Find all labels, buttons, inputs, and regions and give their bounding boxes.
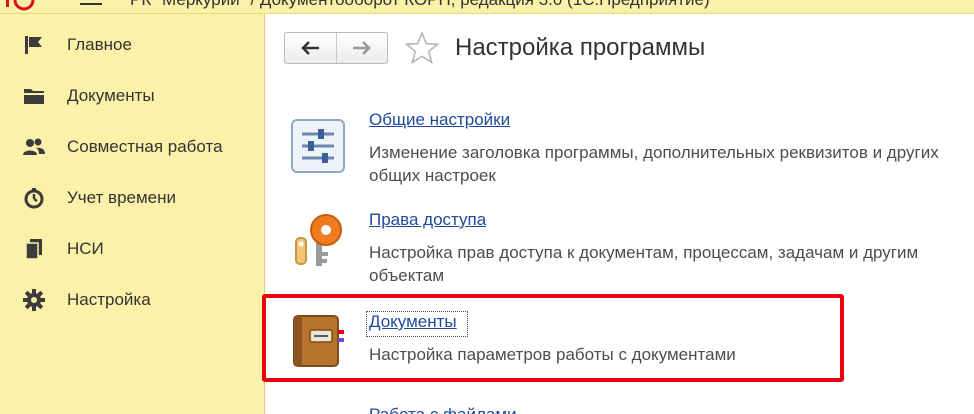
sidebar-item-label: Настройка — [67, 290, 151, 309]
sliders-icon — [291, 119, 345, 173]
people-icon — [22, 135, 46, 159]
documents-description: Настройка параметров работы с документам… — [369, 345, 736, 364]
title-bar: "РК "Меркурий" / Документооборот КОРП, р… — [0, 0, 974, 14]
sidebar-item-label: Учет времени — [67, 188, 177, 207]
access-rights-description: Настройка прав доступа к документам, про… — [369, 243, 919, 285]
sidebar-item-collaboration[interactable]: Совместная работа — [0, 125, 264, 169]
sidebar-item-label: Документы — [67, 86, 155, 105]
sidebar-item-documents[interactable]: Документы — [0, 74, 264, 118]
general-settings-link[interactable]: Общие настройки — [369, 110, 510, 130]
sidebar-item-reference[interactable]: НСИ — [0, 227, 264, 271]
sidebar-item-time-tracking[interactable]: Учет времени — [0, 176, 264, 220]
forward-button[interactable] — [335, 33, 387, 63]
keys-icon — [295, 214, 342, 266]
window-title: "РК "Меркурий" / Документооборот КОРП, р… — [124, 0, 710, 10]
sidebar-item-label: Совместная работа — [67, 137, 223, 156]
arrow-right-icon — [352, 41, 371, 55]
document-book-icon — [293, 315, 344, 367]
highlight-frame — [262, 294, 844, 382]
reference-books-icon — [22, 237, 46, 261]
folder-icon — [22, 84, 46, 108]
sidebar-item-settings[interactable]: Настройка — [0, 278, 264, 322]
main-menu-icon[interactable] — [80, 3, 102, 5]
sidebar-item-label: НСИ — [67, 239, 104, 258]
back-button[interactable] — [285, 33, 336, 63]
1c-logo-icon — [6, 0, 35, 11]
page-title: Настройка программы — [455, 34, 706, 61]
main-content: Настройка программы Общие настройки Изме… — [262, 14, 974, 414]
files-link[interactable]: Работа с файлами — [369, 405, 517, 414]
access-rights-link[interactable]: Права доступа — [369, 210, 486, 230]
stopwatch-icon — [22, 186, 46, 210]
arrow-left-icon — [301, 41, 320, 55]
sections-panel: Главное Документы Совместная работа Учет… — [0, 14, 265, 414]
home-flag-icon — [22, 33, 46, 57]
favorite-star-icon[interactable] — [405, 31, 439, 65]
sidebar-item-home[interactable]: Главное — [0, 23, 264, 67]
general-settings-description: Изменение заголовка программы, дополните… — [369, 143, 939, 185]
sidebar-item-label: Главное — [67, 35, 132, 54]
gear-icon — [22, 288, 46, 312]
documents-link[interactable]: Документы — [369, 312, 457, 332]
history-navigation — [284, 32, 388, 64]
